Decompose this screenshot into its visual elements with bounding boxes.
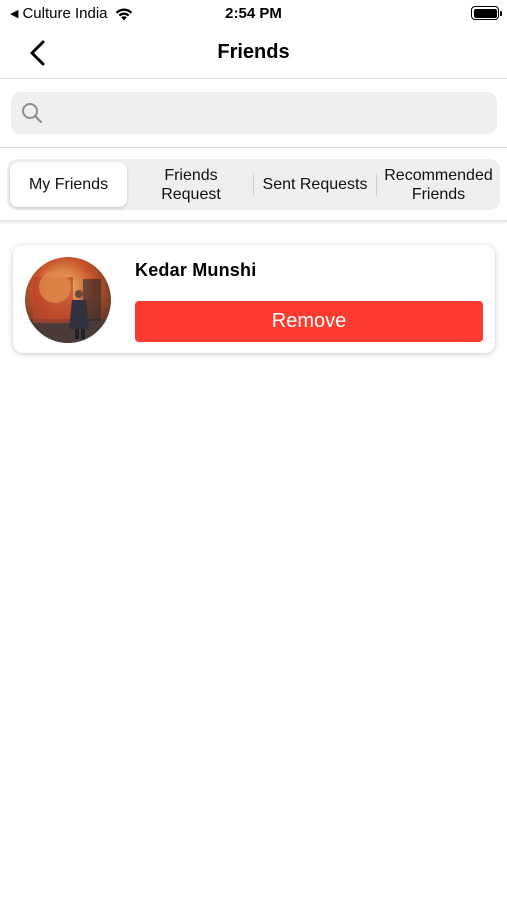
tab-friends-request[interactable]: Friends Request: [130, 159, 252, 210]
status-bar: ◀ Culture India 2:54 PM: [0, 0, 507, 28]
tab-my-friends[interactable]: My Friends: [10, 162, 127, 207]
search-icon: [22, 103, 43, 124]
tab-recommended-friends[interactable]: Recommended Friends: [377, 159, 500, 210]
search-bar[interactable]: [11, 92, 497, 134]
tab-sent-requests[interactable]: Sent Requests: [254, 159, 376, 210]
navigation-bar: Friends: [0, 28, 507, 79]
friend-name: Kedar Munshi: [135, 260, 257, 280]
friend-card[interactable]: Kedar Munshi Remove: [13, 245, 495, 353]
divider: [0, 220, 507, 222]
battery-icon: [471, 6, 502, 20]
remove-friend-button[interactable]: Remove: [135, 301, 483, 342]
friends-tab-bar: My Friends Friends Request Sent Requests…: [7, 159, 500, 210]
status-time: 2:54 PM: [225, 5, 282, 22]
page-title: Friends: [217, 41, 290, 63]
search-input[interactable]: [51, 92, 487, 134]
divider: [0, 147, 507, 148]
avatar[interactable]: [25, 257, 111, 343]
